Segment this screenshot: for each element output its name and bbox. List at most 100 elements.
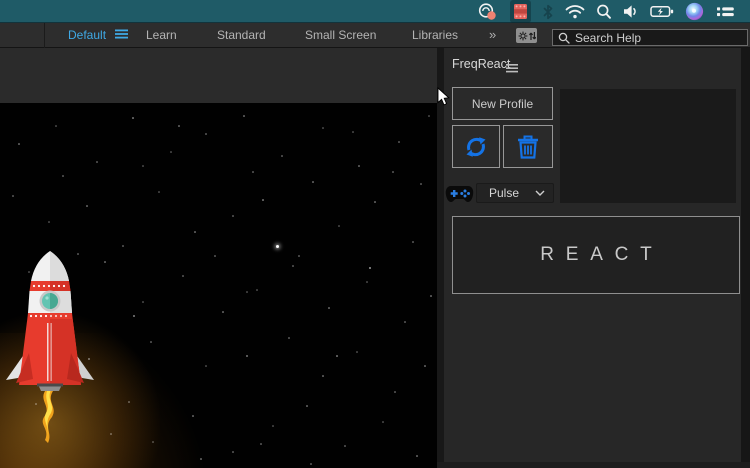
star — [214, 255, 216, 257]
star — [170, 151, 172, 153]
app-window: Default Learn Standard Small Screen Libr… — [0, 0, 750, 468]
star — [398, 141, 400, 143]
star — [246, 355, 248, 357]
profile-dropdown-value: Pulse — [489, 186, 535, 200]
star — [394, 391, 396, 393]
star — [374, 201, 376, 203]
tab-learn[interactable]: Learn — [146, 23, 177, 48]
star — [416, 455, 418, 457]
star — [260, 443, 262, 445]
star — [358, 165, 360, 167]
star — [104, 261, 106, 263]
react-display: REACT — [452, 216, 740, 294]
panel-title: FreqReact — [452, 57, 510, 71]
star — [312, 181, 314, 183]
star — [428, 115, 430, 117]
star — [328, 307, 330, 309]
new-profile-button[interactable]: New Profile — [452, 87, 553, 120]
chevron-down-icon — [535, 190, 545, 196]
star — [352, 131, 354, 133]
workspace-overflow-chevron[interactable]: » — [489, 23, 497, 48]
refresh-button[interactable] — [452, 125, 500, 168]
react-display-text: REACT — [528, 244, 663, 266]
tab-small-screen[interactable]: Small Screen — [305, 23, 376, 48]
star — [194, 231, 196, 233]
cloud-app-icon[interactable] — [477, 0, 499, 23]
star — [322, 375, 324, 377]
panel-divider[interactable] — [437, 48, 444, 468]
scene-viewport[interactable] — [0, 103, 437, 468]
profiles-list[interactable] — [560, 89, 736, 203]
workspace-bar: Default Learn Standard Small Screen Libr… — [0, 23, 750, 48]
star — [430, 295, 432, 297]
film-strip-icon[interactable] — [510, 0, 531, 23]
star — [12, 195, 14, 197]
delete-profile-button[interactable] — [503, 125, 553, 168]
star — [55, 125, 57, 127]
panel-bottom-edge — [437, 462, 750, 468]
star — [281, 155, 283, 157]
star — [133, 315, 135, 317]
panel-menu-icon[interactable] — [506, 60, 518, 78]
search-icon — [558, 32, 570, 44]
volume-icon[interactable] — [623, 0, 639, 23]
star — [62, 175, 64, 177]
panel-right-edge — [741, 48, 750, 468]
star — [306, 405, 308, 407]
star — [182, 275, 184, 277]
star — [424, 365, 426, 367]
sync-settings-button[interactable] — [516, 28, 537, 43]
star — [310, 463, 312, 465]
notification-list-icon[interactable] — [715, 0, 736, 23]
bluetooth-icon[interactable] — [542, 0, 554, 23]
notification-dot — [487, 11, 495, 19]
workspace-menu-icon[interactable] — [115, 23, 128, 48]
help-search-box — [552, 29, 748, 46]
tab-default[interactable]: Default — [68, 23, 128, 48]
star — [246, 291, 248, 293]
star — [48, 221, 50, 223]
star — [256, 289, 258, 291]
star — [412, 241, 414, 243]
star — [222, 311, 224, 313]
star — [192, 415, 194, 417]
star — [200, 458, 202, 460]
search-help-input[interactable] — [575, 31, 742, 45]
star — [344, 445, 346, 447]
siri-icon[interactable] — [685, 0, 704, 23]
star — [158, 191, 160, 193]
star — [404, 321, 406, 323]
star — [338, 225, 340, 227]
star — [232, 215, 234, 217]
star — [420, 183, 422, 185]
star — [205, 133, 207, 135]
spotlight-search-icon[interactable] — [596, 0, 612, 23]
star — [243, 115, 245, 117]
star — [142, 301, 144, 303]
star — [152, 441, 154, 443]
refresh-icon — [462, 133, 490, 161]
tab-default-label: Default — [68, 28, 106, 42]
tab-standard[interactable]: Standard — [217, 23, 266, 48]
star — [86, 205, 88, 207]
gamepad-icon — [445, 184, 474, 209]
star — [262, 199, 264, 201]
tab-libraries[interactable]: Libraries — [412, 23, 458, 48]
star — [322, 127, 324, 129]
menubar-status-icons — [477, 0, 736, 23]
battery-charging-icon[interactable] — [650, 0, 674, 23]
star — [178, 125, 180, 127]
star — [356, 351, 358, 353]
star — [232, 451, 234, 453]
star — [122, 245, 124, 247]
star — [18, 143, 20, 145]
wifi-icon[interactable] — [565, 0, 585, 23]
star — [128, 401, 130, 403]
star — [110, 433, 112, 435]
star — [382, 421, 384, 423]
stage-top-area — [0, 48, 437, 103]
star — [142, 165, 144, 167]
star — [96, 161, 98, 163]
profile-dropdown[interactable]: Pulse — [476, 183, 554, 203]
star — [392, 171, 394, 173]
